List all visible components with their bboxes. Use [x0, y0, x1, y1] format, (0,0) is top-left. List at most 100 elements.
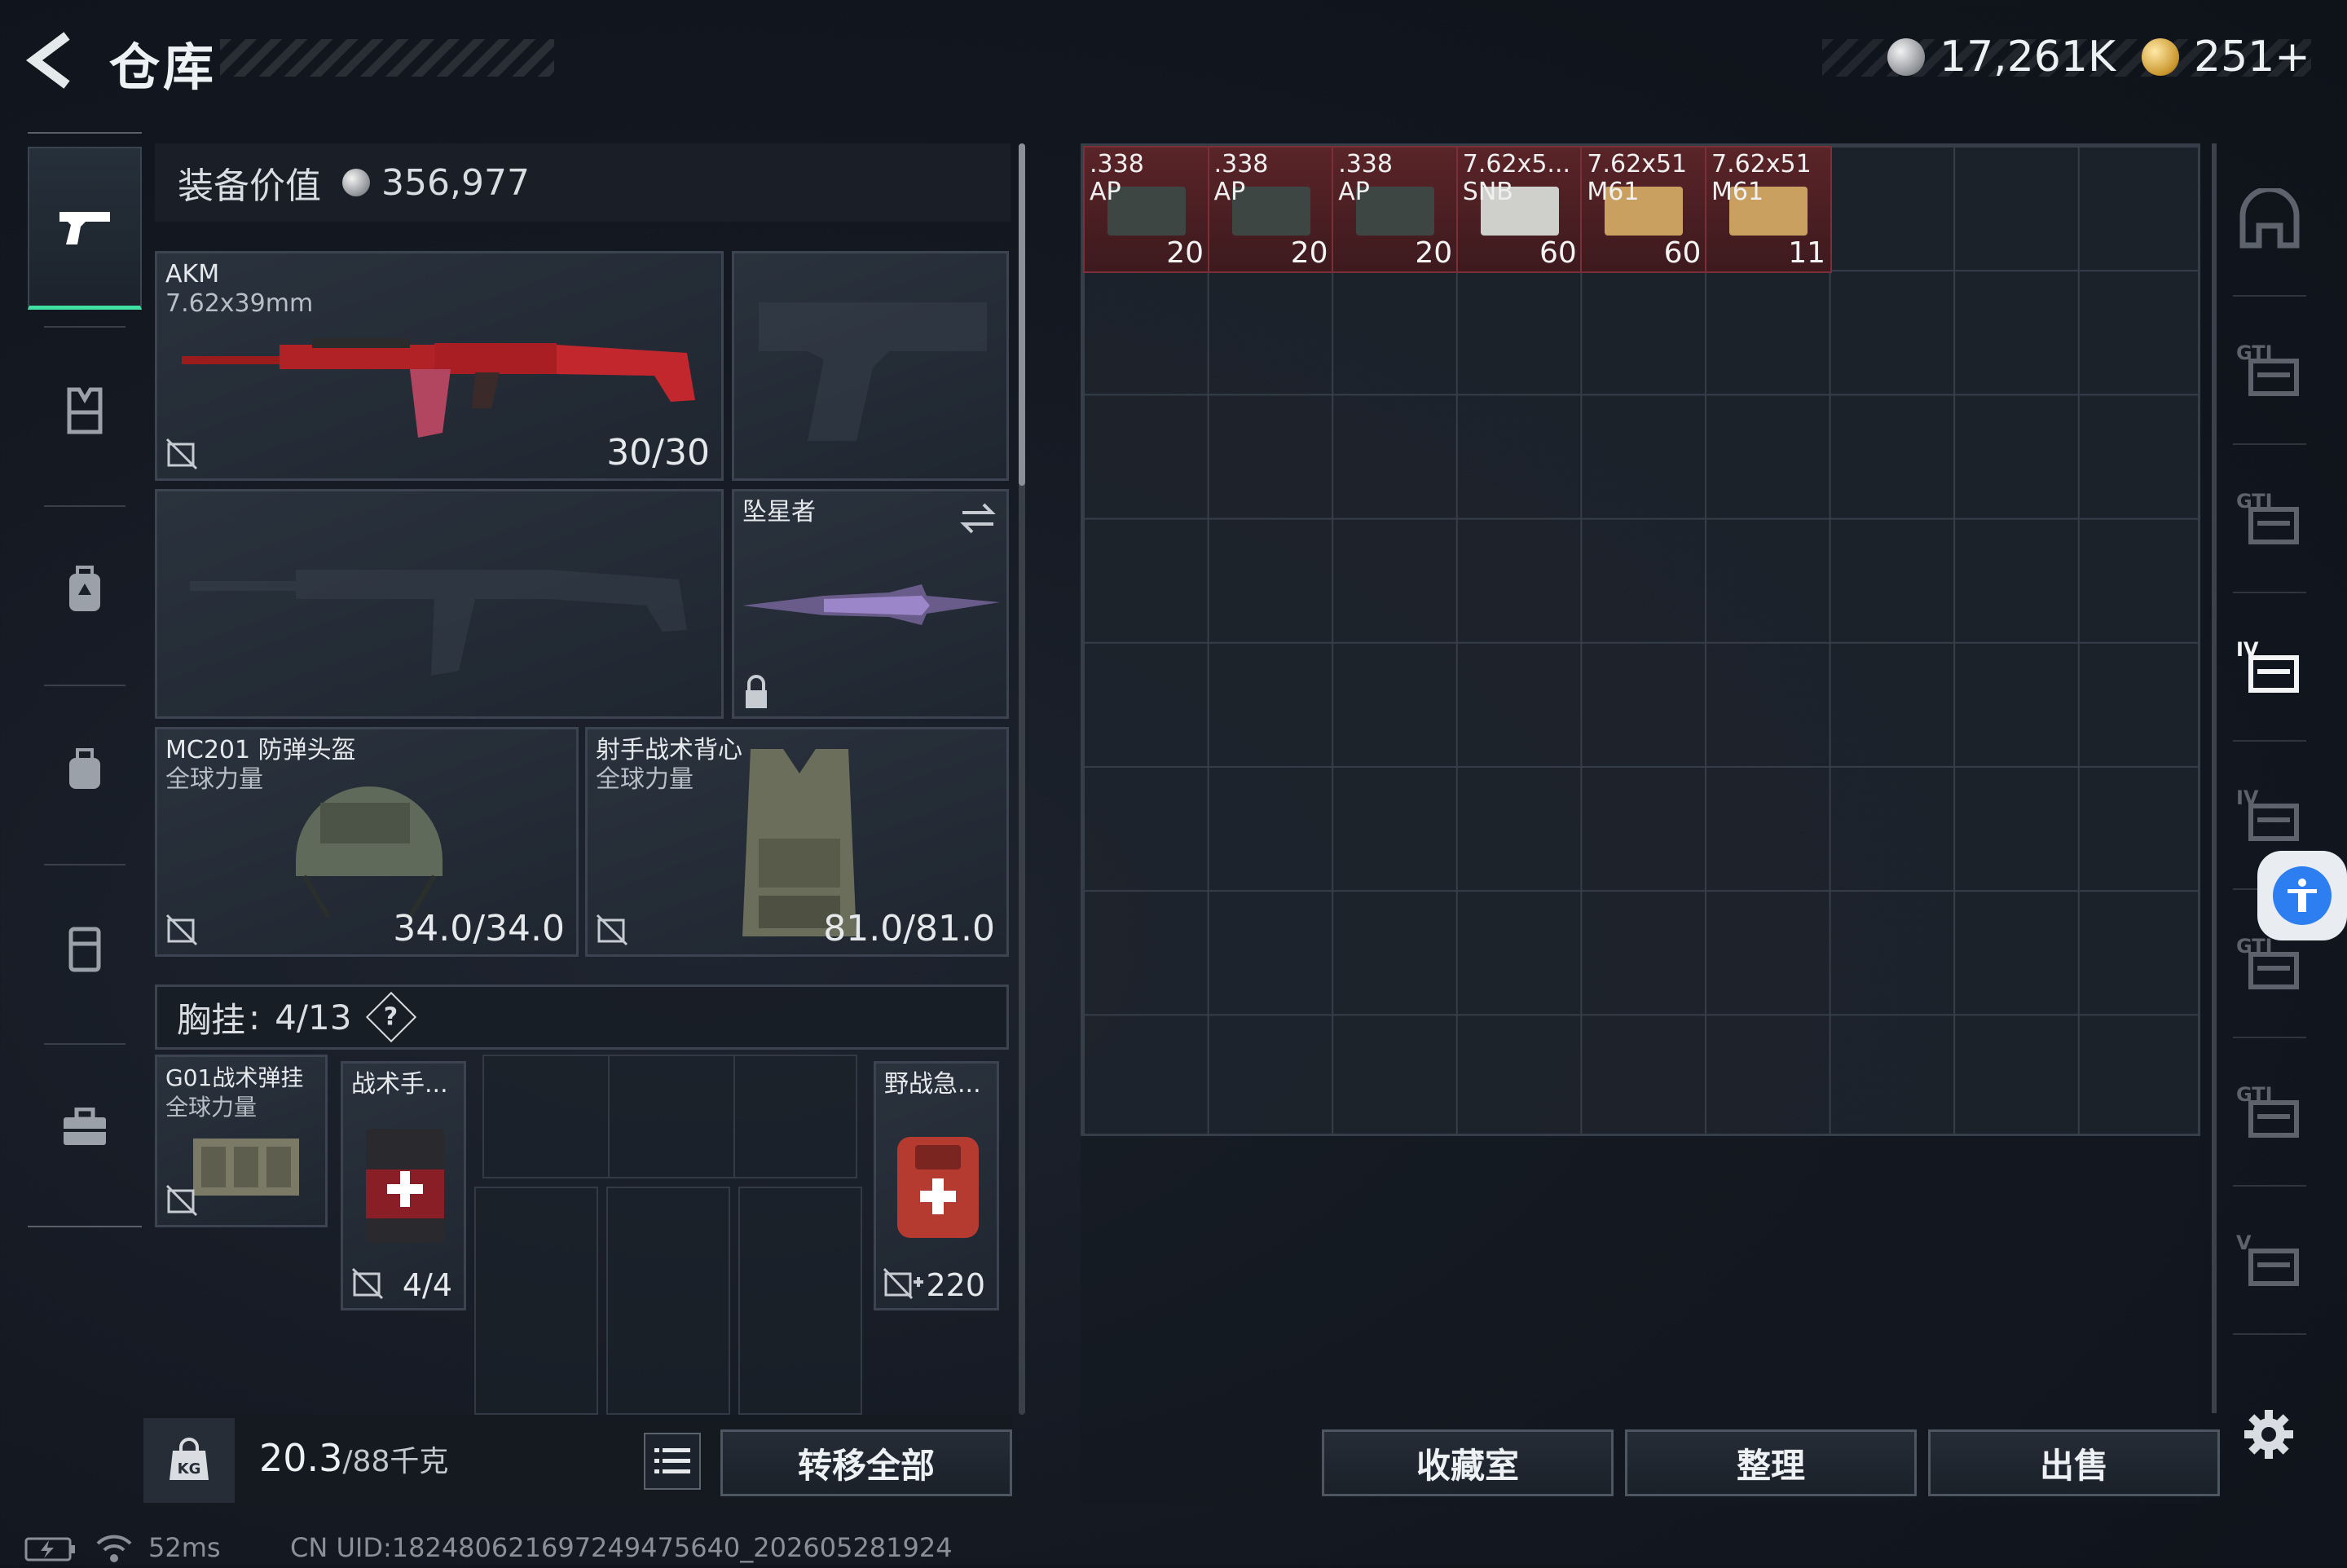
gti-gear-icon: GTI: [2236, 1083, 2299, 1138]
weight-current: 20.3: [259, 1436, 343, 1480]
sort-button[interactable]: 整理: [1625, 1429, 1917, 1496]
tab-armor[interactable]: [28, 329, 142, 492]
container-tab-label: GTI: [2236, 341, 2273, 364]
settings-button[interactable]: [2243, 1408, 2295, 1460]
no-insurance-icon: [165, 914, 198, 946]
medkit-pouch-icon: [366, 1129, 444, 1243]
currency-gold[interactable]: 251+: [2142, 31, 2310, 83]
akm-rifle-icon: [182, 338, 695, 438]
transfer-all-button[interactable]: 转移全部: [720, 1429, 1012, 1496]
rig-name: G01战术弹挂: [165, 1064, 304, 1091]
helmet-icon: [296, 786, 443, 918]
title-decoration: [220, 39, 554, 77]
primary-weapon-slot[interactable]: AKM 7.62x39mm 30/30: [155, 251, 724, 481]
rail-separator: [44, 326, 125, 328]
chest-rig-label: 胸挂: [177, 999, 246, 1040]
list-view-button[interactable]: [644, 1433, 701, 1490]
storage-item-count: 20: [1166, 236, 1204, 270]
tab-case[interactable]: [28, 867, 142, 1030]
rifle-placeholder-icon: [190, 570, 687, 676]
rail-separator: [44, 1043, 125, 1045]
no-insurance-icon: [165, 1184, 198, 1217]
collection-room-button[interactable]: 收藏室: [1322, 1429, 1614, 1496]
container-tab-label: GTI: [2236, 1083, 2273, 1106]
storage-item[interactable]: 7.62x51 M61 60: [1580, 146, 1708, 273]
storage-grid[interactable]: .338 AP 20.338 AP 20.338 AP 20 7.62x5... SNB 60 7.…: [1081, 143, 2200, 1136]
container-tab[interactable]: [2225, 160, 2314, 282]
chest-item-name: 战术手...: [351, 1070, 448, 1099]
back-arrow-icon: [26, 32, 70, 89]
gold-coin-icon: [2142, 38, 2179, 76]
container-tab-label: IV: [2236, 786, 2259, 809]
storage-item-count: 20: [1415, 236, 1453, 270]
accessibility-button[interactable]: [2257, 851, 2347, 940]
container-tab-label: GTI: [2236, 935, 2273, 958]
tab-backpack[interactable]: [28, 509, 142, 672]
currency-silver[interactable]: 17,261K: [1887, 31, 2116, 83]
storage-item[interactable]: 7.62x51 M61 11: [1705, 146, 1832, 273]
melee-slot[interactable]: 坠星者: [732, 489, 1009, 719]
accessibility-icon: [2273, 866, 2332, 925]
armor-durability: 81.0/81.0: [823, 908, 995, 949]
swap-icon[interactable]: [959, 501, 997, 534]
tab-weapons[interactable]: [28, 147, 142, 310]
rail-top-line: [28, 132, 142, 134]
chest-cell-empty[interactable]: [738, 1187, 862, 1415]
storage-item-name: 7.62x5... SNB: [1463, 151, 1570, 206]
equipment-scroll-thumb[interactable]: [1019, 143, 1025, 486]
storage-item-name: 7.62x51 M61: [1711, 151, 1812, 206]
container-tab-label: IV: [2236, 638, 2259, 661]
chest-rig-slot[interactable]: G01战术弹挂 全球力量: [155, 1055, 328, 1227]
equipment-value-header: 装备价值 356,977: [155, 143, 1011, 222]
container-tab[interactable]: GTI: [2225, 1050, 2314, 1172]
chest-rig-icon: [193, 1139, 299, 1196]
tab-pouch[interactable]: [28, 688, 142, 851]
pistol-slot[interactable]: [732, 251, 1009, 481]
chest-cell-empty[interactable]: [474, 1187, 598, 1415]
back-button[interactable]: [24, 29, 81, 91]
help-button[interactable]: ?: [365, 991, 416, 1043]
chest-rig-separator: :: [249, 997, 261, 1037]
storage-item-count: 20: [1290, 236, 1328, 270]
weight-display: 20.3/88千克: [259, 1436, 448, 1480]
container-scrollbar[interactable]: [2212, 143, 2217, 1413]
chest-item-tactical[interactable]: 战术手... 4/4: [341, 1061, 466, 1310]
cell-divider: [733, 1055, 735, 1178]
medical-cross-icon: [883, 1267, 923, 1300]
storage-item-name-line2: SNB: [1462, 178, 1513, 206]
container-tab[interactable]: IV: [2225, 605, 2314, 727]
container-tab[interactable]: GTI: [2225, 308, 2314, 430]
chest-cell-empty[interactable]: [606, 1187, 730, 1415]
helmet-slot[interactable]: MC201 防弹头盔 全球力量 34.0/34.0: [155, 727, 579, 957]
storage-item-name-line1: .338: [1213, 150, 1269, 178]
armor-slot[interactable]: 射手战术背心 全球力量 81.0/81.0: [585, 727, 1009, 957]
weapon-name: AKM: [165, 260, 220, 288]
chest-rig-header: 胸挂 : 4/13 ?: [155, 984, 1009, 1050]
svg-text:KG: KG: [178, 1460, 201, 1478]
storage-item-name-line2: AP: [1213, 178, 1246, 206]
chest-item-first-aid[interactable]: 野战急... 220: [874, 1061, 999, 1310]
sell-button[interactable]: 出售: [1928, 1429, 2220, 1496]
container-tab[interactable]: V: [2225, 1198, 2314, 1320]
equipment-value-label: 装备价值: [178, 165, 321, 207]
rail-separator: [44, 505, 125, 507]
storage-item[interactable]: .338 AP 20: [1207, 146, 1335, 273]
starfall-knife-icon: [742, 584, 1000, 625]
kg-weight-icon: KG: [170, 1438, 209, 1480]
storage-item[interactable]: 7.62x5... SNB 60: [1455, 146, 1583, 273]
storage-item[interactable]: .338 AP 20: [1083, 146, 1210, 273]
secondary-weapon-slot[interactable]: [155, 489, 724, 719]
pistol-icon: [59, 211, 110, 244]
chest-cell-empty[interactable]: [482, 1055, 857, 1178]
home-icon: [2239, 188, 2300, 249]
iv-medical-icon: IV: [2236, 786, 2299, 841]
container-tab-label: V: [2236, 1231, 2252, 1254]
storage-item-name: 7.62x51 M61: [1587, 151, 1687, 206]
container-tab[interactable]: GTI: [2225, 456, 2314, 579]
chest-rig-capacity: 4/13: [275, 997, 352, 1037]
first-aid-kit-icon: [897, 1137, 979, 1238]
currency-gold-value: 251+: [2194, 33, 2310, 81]
tab-toolbox[interactable]: [28, 1046, 142, 1209]
storage-item[interactable]: .338 AP 20: [1332, 146, 1460, 273]
lock-icon: [746, 675, 767, 708]
